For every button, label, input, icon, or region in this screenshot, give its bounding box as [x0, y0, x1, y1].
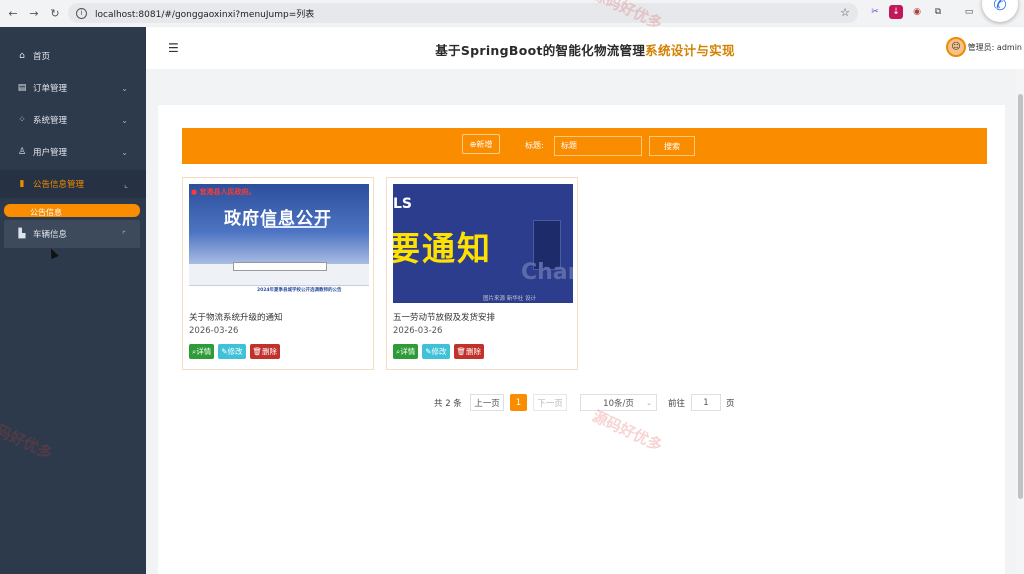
content-panel: ⊕新增 标题: 标题 搜索 ● 宜港县人民政府。 政府信息公开 2024年夏季县…: [158, 105, 1005, 574]
image-brand: Chan: [521, 260, 573, 285]
profile-extension-icon[interactable]: ◉: [910, 5, 924, 19]
page-size-value: 10条/页: [603, 398, 634, 409]
detail-label: 详情: [196, 347, 212, 356]
address-bar[interactable]: i localhost:8081/#/gonggaoxinxi?menuJump…: [68, 3, 858, 23]
window-icon[interactable]: ▭: [962, 5, 976, 19]
title-part-2: 系统设计与实现: [645, 43, 735, 58]
sidebar-item-label: 车辆信息: [33, 230, 68, 240]
prev-page-button[interactable]: 上一页: [470, 394, 504, 411]
scrollbar-thumb[interactable]: [1018, 94, 1023, 499]
back-arrow-icon[interactable]: ←: [5, 6, 21, 22]
phone-call-icon[interactable]: ✆: [982, 0, 1018, 22]
sidebar-item-users[interactable]: ♙ 用户管理 ⌄: [0, 138, 146, 166]
page-size-select[interactable]: 10条/页 ⌄: [580, 394, 657, 411]
scissors-extension-icon[interactable]: ✂: [868, 5, 882, 19]
notice-title[interactable]: 五一劳动节放假及发货安排: [393, 311, 495, 323]
notice-title[interactable]: 关于物流系统升级的通知: [189, 311, 283, 323]
main-content: ⊕新增 标题: 标题 搜索 ● 宜港县人民政府。 政府信息公开 2024年夏季县…: [146, 69, 1016, 574]
delete-button[interactable]: 🗑 删除: [453, 344, 485, 359]
image-underline: [264, 226, 326, 228]
trash-icon: 🗑: [456, 347, 467, 356]
notice-image[interactable]: LS 要通知 Chan 图片来源 新华社 设计: [393, 184, 573, 303]
search-bar: ⊕新增 标题: 标题 搜索: [182, 128, 987, 164]
user-label[interactable]: 管理员: admin: [968, 42, 1022, 53]
sidebar-item-notice-management[interactable]: ▮ 公告信息管理 ⌞: [0, 170, 146, 198]
scrollbar[interactable]: [1016, 69, 1024, 574]
notice-date: 2026-03-26: [393, 326, 443, 336]
pagination: 共 2 条 上一页 1 下一页 10条/页 ⌄ 前往 1 页: [158, 394, 1005, 414]
page-title: 基于SpringBoot的智能化物流管理系统设计与实现: [146, 40, 1024, 59]
reload-icon[interactable]: ↻: [47, 6, 63, 22]
edit-button[interactable]: ✎ 修改: [218, 344, 246, 359]
search-button[interactable]: 搜索: [649, 136, 695, 156]
edit-button[interactable]: ✎ 修改: [422, 344, 450, 359]
collapse-icon: ⌞: [124, 179, 128, 189]
user-icon: ♙: [17, 147, 27, 157]
delete-button[interactable]: 🗑 删除: [249, 344, 281, 359]
bookmark-star-icon[interactable]: ☆: [840, 6, 850, 19]
image-red-text: ● 宜港县人民政府。: [191, 188, 256, 196]
sidebar-item-label: 公告信息管理: [33, 180, 85, 190]
grid-icon: ⁘: [18, 115, 26, 125]
title-search-input[interactable]: 标题: [554, 136, 642, 156]
notice-card[interactable]: LS 要通知 Chan 图片来源 新华社 设计 五一劳动节放假及发货安排 202…: [386, 177, 578, 370]
sidebar-subitem-label: 公告信息: [30, 208, 62, 217]
avatar[interactable]: ☺: [946, 37, 966, 57]
image-corner-text: LS: [393, 196, 413, 212]
image-searchbox: [233, 262, 327, 271]
detail-button[interactable]: ⌕ 详情: [189, 344, 215, 359]
notice-card[interactable]: ● 宜港县人民政府。 政府信息公开 2024年夏季县城学校公开选调教师的公告 关…: [182, 177, 374, 370]
top-header: ☰ 基于SpringBoot的智能化物流管理系统设计与实现 ☺ 管理员: adm…: [146, 27, 1024, 69]
notice-image[interactable]: ● 宜港县人民政府。 政府信息公开 2024年夏季县城学校公开选调教师的公告: [189, 184, 369, 303]
browser-toolbar: ← → ↻ i localhost:8081/#/gonggaoxinxi?me…: [0, 0, 1024, 27]
sidebar-item-system[interactable]: ⁘ 系统管理 ⌄: [0, 106, 146, 134]
goto-label: 前往: [668, 398, 686, 409]
image-caption: 图片来源 新华社 设计: [483, 296, 536, 302]
image-caption: 2024年夏季县城学校公开选调教师的公告: [257, 288, 342, 293]
edit-label: 修改: [431, 347, 447, 356]
page-1-button[interactable]: 1: [510, 394, 527, 411]
sidebar-item-label: 系统管理: [33, 116, 68, 126]
chevron-down-icon: ⌄: [121, 115, 128, 125]
add-button[interactable]: ⊕新增: [462, 134, 500, 154]
goto-page-input[interactable]: 1: [691, 394, 721, 411]
home-icon: ⌂: [19, 51, 25, 61]
trash-icon: 🗑: [252, 347, 263, 356]
chevron-down-icon: ⌄: [121, 83, 128, 93]
edit-label: 修改: [227, 347, 243, 356]
download-extension-icon[interactable]: ↓: [889, 5, 903, 19]
sidebar-subitem-notice[interactable]: 公告信息: [4, 204, 140, 217]
sidebar-item-label: 订单管理: [33, 84, 68, 94]
site-info-icon[interactable]: i: [76, 7, 87, 19]
puzzle-extensions-icon[interactable]: ⧉: [931, 5, 945, 19]
sidebar-item-vehicles[interactable]: ▙ 车辆信息 ⌜: [4, 220, 140, 248]
mouse-cursor-icon: [47, 246, 59, 260]
next-page-button[interactable]: 下一页: [533, 394, 567, 411]
delete-label: 删除: [466, 347, 482, 356]
chevron-down-icon: ⌄: [121, 147, 128, 157]
notice-date: 2026-03-26: [189, 326, 239, 336]
chevron-down-icon: ⌄: [646, 398, 652, 407]
dashboard-icon: ▙: [18, 229, 26, 239]
expand-icon: ⌜: [122, 229, 126, 239]
url-text: localhost:8081/#/gonggaoxinxi?menuJump=列…: [95, 9, 315, 20]
sidebar-item-orders[interactable]: ▤ 订单管理 ⌄: [0, 74, 146, 102]
detail-button[interactable]: ⌕ 详情: [393, 344, 419, 359]
pagination-total: 共 2 条: [434, 398, 462, 409]
title-part-1: 基于SpringBoot的智能化物流管理: [435, 43, 646, 58]
notice-icon: ▮: [19, 179, 25, 189]
sidebar-item-label: 用户管理: [33, 148, 68, 158]
document-icon: ▤: [17, 83, 27, 93]
sidebar-item-label: 首页: [33, 52, 51, 62]
forward-arrow-icon[interactable]: →: [26, 6, 42, 22]
delete-label: 删除: [262, 347, 278, 356]
page-suffix-label: 页: [726, 398, 735, 409]
image-heading: 要通知: [393, 229, 492, 268]
sidebar: ⌂ 首页 ▤ 订单管理 ⌄ ⁘ 系统管理 ⌄ ♙ 用户管理 ⌄ ▮ 公告信息管理…: [0, 27, 146, 574]
title-filter-label: 标题:: [525, 141, 544, 150]
detail-label: 详情: [400, 347, 416, 356]
sidebar-item-home[interactable]: ⌂ 首页: [0, 42, 146, 70]
